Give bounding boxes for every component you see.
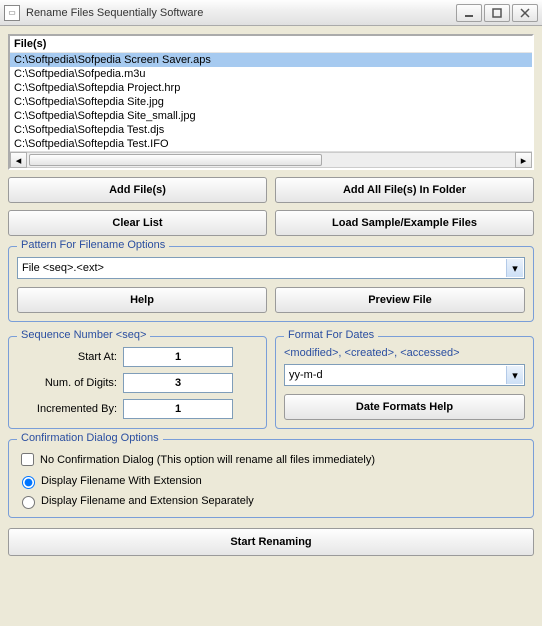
close-button[interactable] [512,4,538,22]
file-list[interactable]: C:\Softpedia\Sofpedia Screen Saver.apsC:… [10,53,532,151]
no-confirm-label: No Confirmation Dialog (This option will… [40,454,375,466]
confirmation-legend: Confirmation Dialog Options [17,432,163,444]
horizontal-scrollbar[interactable]: ◂ ▸ [10,151,532,168]
file-list-box: File(s) C:\Softpedia\Sofpedia Screen Sav… [8,34,534,170]
pattern-combo[interactable]: File <seq>.<ext> ▾ [17,257,525,279]
pattern-legend: Pattern For Filename Options [17,239,169,251]
scroll-left-arrow-icon[interactable]: ◂ [10,152,27,168]
with-ext-label: Display Filename With Extension [41,475,202,487]
file-row[interactable]: C:\Softpedia\Sofpedia Screen Saver.aps [10,53,532,67]
with-ext-radio[interactable] [22,476,35,489]
minimize-button[interactable] [456,4,482,22]
dates-note: <modified>, <created>, <accessed> [284,347,525,359]
file-row[interactable]: C:\Softpedia\Softepdia Site_small.jpg [10,109,532,123]
scroll-track[interactable] [27,152,515,168]
app-icon: ▭ [4,5,20,21]
incremented-by-field[interactable] [123,399,233,419]
maximize-button[interactable] [484,4,510,22]
file-row[interactable]: C:\Softpedia\Softepdia Test.IFO [10,137,532,151]
incremented-by-label: Incremented By: [17,403,117,415]
dates-legend: Format For Dates [284,329,378,341]
no-confirm-checkbox[interactable] [21,453,34,466]
no-confirm-checkbox-row[interactable]: No Confirmation Dialog (This option will… [17,450,525,469]
start-at-field[interactable] [123,347,233,367]
pattern-groupbox: Pattern For Filename Options File <seq>.… [8,246,534,322]
sequence-groupbox: Sequence Number <seq> Start At: Num. of … [8,336,267,429]
window-title: Rename Files Sequentially Software [26,7,454,19]
scroll-thumb[interactable] [29,154,322,166]
separate-radio-row[interactable]: Display Filename and Extension Separatel… [17,493,525,509]
start-renaming-button[interactable]: Start Renaming [8,528,534,556]
confirmation-groupbox: Confirmation Dialog Options No Confirmat… [8,439,534,518]
with-ext-radio-row[interactable]: Display Filename With Extension [17,473,525,489]
pattern-value: File <seq>.<ext> [22,262,104,274]
file-row[interactable]: C:\Softpedia\Softepdia Project.hrp [10,81,532,95]
dates-groupbox: Format For Dates <modified>, <created>, … [275,336,534,429]
clear-list-button[interactable]: Clear List [8,210,267,236]
separate-radio[interactable] [22,496,35,509]
scroll-right-arrow-icon[interactable]: ▸ [515,152,532,168]
incremented-by-input[interactable] [124,400,232,418]
file-list-header[interactable]: File(s) [10,36,532,53]
start-at-label: Start At: [17,351,117,363]
date-format-value: yy-m-d [289,369,323,381]
num-digits-field[interactable] [123,373,233,393]
start-at-input[interactable] [124,348,232,366]
num-digits-input[interactable] [124,374,232,392]
date-format-combo[interactable]: yy-m-d ▾ [284,364,525,386]
add-files-button[interactable]: Add File(s) [8,177,267,203]
sequence-legend: Sequence Number <seq> [17,329,150,341]
separate-label: Display Filename and Extension Separatel… [41,495,254,507]
chevron-down-icon[interactable]: ▾ [506,366,523,384]
file-row[interactable]: C:\Softpedia\Softepdia Site.jpg [10,95,532,109]
date-formats-help-button[interactable]: Date Formats Help [284,394,525,420]
add-all-in-folder-button[interactable]: Add All File(s) In Folder [275,177,534,203]
file-row[interactable]: C:\Softpedia\Sofpedia.m3u [10,67,532,81]
num-digits-label: Num. of Digits: [17,377,117,389]
title-bar: ▭ Rename Files Sequentially Software [0,0,542,26]
load-sample-button[interactable]: Load Sample/Example Files [275,210,534,236]
help-button[interactable]: Help [17,287,267,313]
file-row[interactable]: C:\Softpedia\Softepdia Test.djs [10,123,532,137]
chevron-down-icon[interactable]: ▾ [506,259,523,277]
preview-file-button[interactable]: Preview File [275,287,525,313]
